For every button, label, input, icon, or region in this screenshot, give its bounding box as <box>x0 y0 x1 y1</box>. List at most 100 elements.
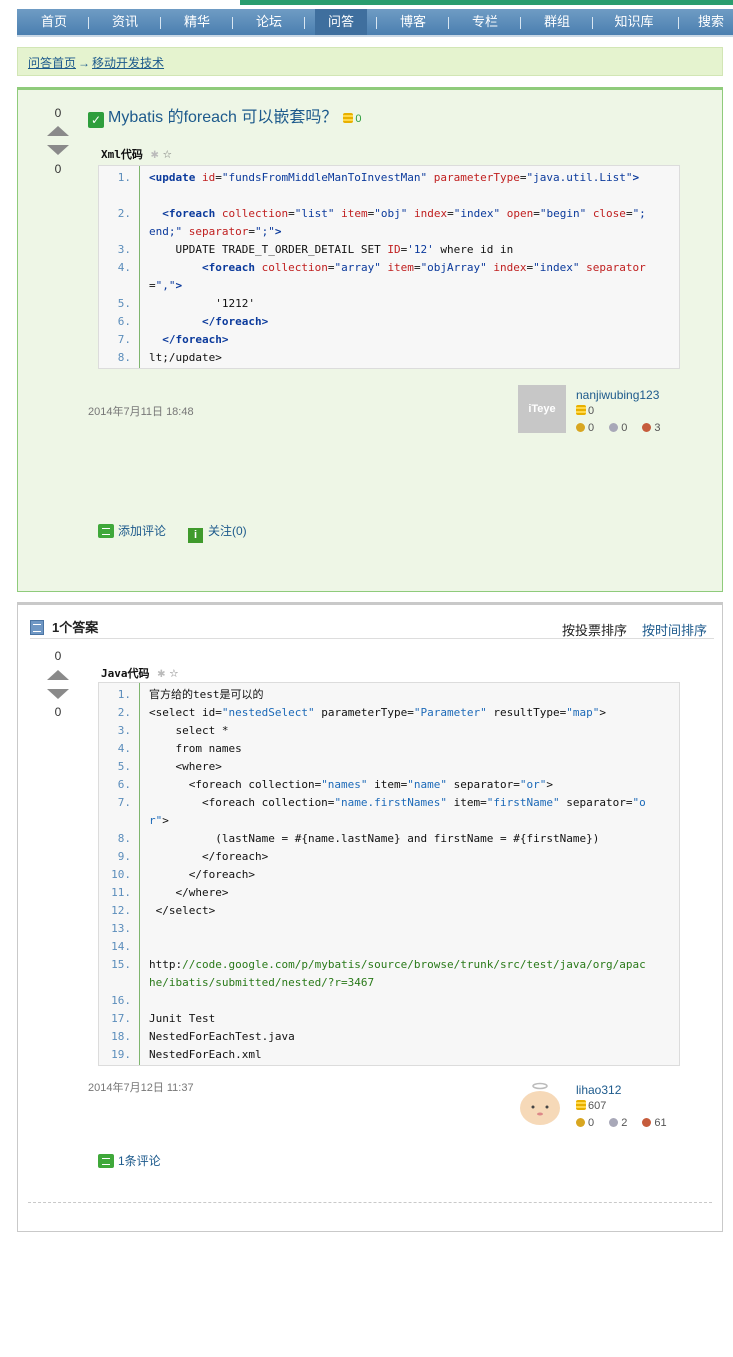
code-text: NestedForEachTest.java <box>149 1030 295 1043</box>
line-number: 10. <box>111 868 131 881</box>
code-text: <select id="nestedSelect" parameterType=… <box>149 706 607 719</box>
coin-icon <box>343 113 354 123</box>
baby-avatar-icon <box>520 1082 560 1125</box>
vote-up-arrow-icon[interactable] <box>47 670 69 680</box>
code-line: 5. <where> <box>99 758 679 776</box>
code-line: 7. <foreach collection="name.firstNames"… <box>99 794 679 812</box>
code-text: =","> <box>149 279 183 292</box>
code-header: Xml代码 ✱ ☆ <box>101 144 172 162</box>
line-number: 2. <box>117 706 131 719</box>
line-number: 6. <box>117 315 131 328</box>
nav-blog[interactable]: 博客 <box>383 9 443 35</box>
sort-by-time[interactable]: 按时间排序 <box>642 620 707 639</box>
follow-link[interactable]: i 关注(0) <box>188 522 247 543</box>
comment-icon <box>98 524 114 538</box>
answer-divider <box>28 1202 712 1203</box>
nav-featured[interactable]: 精华 <box>167 9 227 35</box>
code-line: 1. 官方给的test是可以的 <box>99 686 679 704</box>
code-language-label: Java代码 <box>101 667 150 680</box>
line-number: 8. <box>117 351 131 364</box>
gold-medal-icon <box>576 1118 585 1127</box>
question-title[interactable]: Mybatis 的foreach 可以嵌套吗？ <box>108 109 337 126</box>
question-panel: 0 0 ✓ Mybatis 的foreach 可以嵌套吗？ 0 Xml代码 ✱ ☆ 1.… <box>17 87 723 592</box>
code-line: 8. lt;/update> <box>99 349 679 367</box>
nav-group[interactable]: 群组 <box>527 9 587 35</box>
avatar[interactable]: iTeye <box>518 385 566 433</box>
line-number: 13. <box>111 922 131 935</box>
line-number: 14. <box>111 940 131 953</box>
code-text: (lastName = #{name.lastName} and firstNa… <box>149 832 600 845</box>
nav-qa[interactable]: 问答 <box>315 9 367 35</box>
nav-separator <box>520 17 521 29</box>
line-number: 3. <box>117 724 131 737</box>
code-line: 2. <select id="nestedSelect" parameterTyp… <box>99 704 679 722</box>
main-nav: 首页 资讯 精华 论坛 问答 博客 专栏 群组 知识库 搜索 <box>17 9 733 37</box>
favorite-star-icon[interactable]: ☆ <box>169 663 178 681</box>
breadcrumb-category[interactable]: 移动开发技术 <box>92 56 164 70</box>
breadcrumb-qa-home[interactable]: 问答首页 <box>28 56 76 70</box>
copy-pin-icon[interactable]: ✱ <box>151 147 159 162</box>
code-text: <where> <box>149 760 222 773</box>
nav-forum[interactable]: 论坛 <box>239 9 299 35</box>
code-text: <foreach collection="array" item="objArr… <box>201 261 646 274</box>
nav-knowledge[interactable]: 知识库 <box>599 9 669 35</box>
answer-date: 2014年7月12日 11:37 <box>88 1082 194 1094</box>
code-text: <foreach collection="name.firstNames" it… <box>149 796 646 809</box>
favorite-star-icon[interactable]: ☆ <box>163 144 172 162</box>
add-comment-label: 添加评论 <box>118 524 167 538</box>
nav-search[interactable]: 搜索 <box>689 9 733 35</box>
vote-down-arrow-icon[interactable] <box>47 145 69 155</box>
question-author-name[interactable]: nanjiwubing123 <box>576 388 659 402</box>
code-header: Java代码 ✱ ☆ <box>101 663 178 681</box>
code-line: 7. </foreach> <box>99 331 679 349</box>
line-number: 18. <box>111 1030 131 1043</box>
code-line: 14. <box>99 938 679 956</box>
question-author-medals: 0 0 3 <box>576 422 661 434</box>
line-number: 2. <box>117 207 131 220</box>
silver-count: 2 <box>621 1117 628 1129</box>
code-text: select * <box>149 724 229 737</box>
code-line: 16. <box>99 992 679 1010</box>
copy-pin-icon[interactable]: ✱ <box>158 666 166 681</box>
silver-count: 0 <box>621 422 628 434</box>
answer-vote-up-count: 0 <box>54 649 62 663</box>
avatar[interactable] <box>516 1080 564 1128</box>
comments-link[interactable]: 1条评论 <box>98 1152 161 1169</box>
sort-by-votes[interactable]: 按投票排序 <box>562 620 627 639</box>
code-line: 2. <foreach collection="list" item="obj"… <box>99 205 679 223</box>
vote-up-arrow-icon[interactable] <box>47 126 69 136</box>
line-number: 17. <box>111 1012 131 1025</box>
answers-panel: 1个答案 按投票排序 按时间排序 0 0 Java代码 ✱ ☆ 1. 官方给的test… <box>17 602 723 1232</box>
answer-author-score: 607 <box>576 1100 606 1112</box>
nav-column[interactable]: 专栏 <box>455 9 515 35</box>
code-language-label: Xml代码 <box>101 148 143 161</box>
question-author-score: 0 <box>576 405 594 417</box>
bronze-medal-icon <box>642 1118 652 1127</box>
avatar-logo-text: iTeye <box>528 403 556 415</box>
top-accent-bar <box>240 0 733 5</box>
code-line: 6. <foreach collection="names" item="nam… <box>99 776 679 794</box>
nav-separator <box>376 17 377 29</box>
vote-down-arrow-icon[interactable] <box>47 689 69 699</box>
code-line: 3. UPDATE TRADE_T_ORDER_DETAIL SET ID='1… <box>99 241 679 259</box>
line-number: 7. <box>117 796 131 809</box>
question-bounty: 0 <box>343 113 362 125</box>
code-line: =","> <box>99 277 679 295</box>
nav-separator <box>232 17 233 29</box>
code-line: 9. </foreach> <box>99 848 679 866</box>
line-number: 1. <box>117 688 131 701</box>
answer-author-name[interactable]: lihao312 <box>576 1083 621 1097</box>
coin-icon <box>576 405 586 415</box>
code-text: r"> <box>149 814 169 827</box>
nav-news[interactable]: 资讯 <box>95 9 155 35</box>
code-line: end;" separator=";"> <box>99 223 679 241</box>
code-text: NestedForEach.xml <box>149 1048 262 1061</box>
code-text: </foreach> <box>149 868 255 881</box>
line-number: 16. <box>111 994 131 1007</box>
code-text: '1212' <box>149 297 255 310</box>
line-number: 7. <box>117 333 131 346</box>
add-comment-link[interactable]: 添加评论 <box>98 522 166 539</box>
nav-home[interactable]: 首页 <box>25 9 83 35</box>
code-line: 12. </select> <box>99 902 679 920</box>
